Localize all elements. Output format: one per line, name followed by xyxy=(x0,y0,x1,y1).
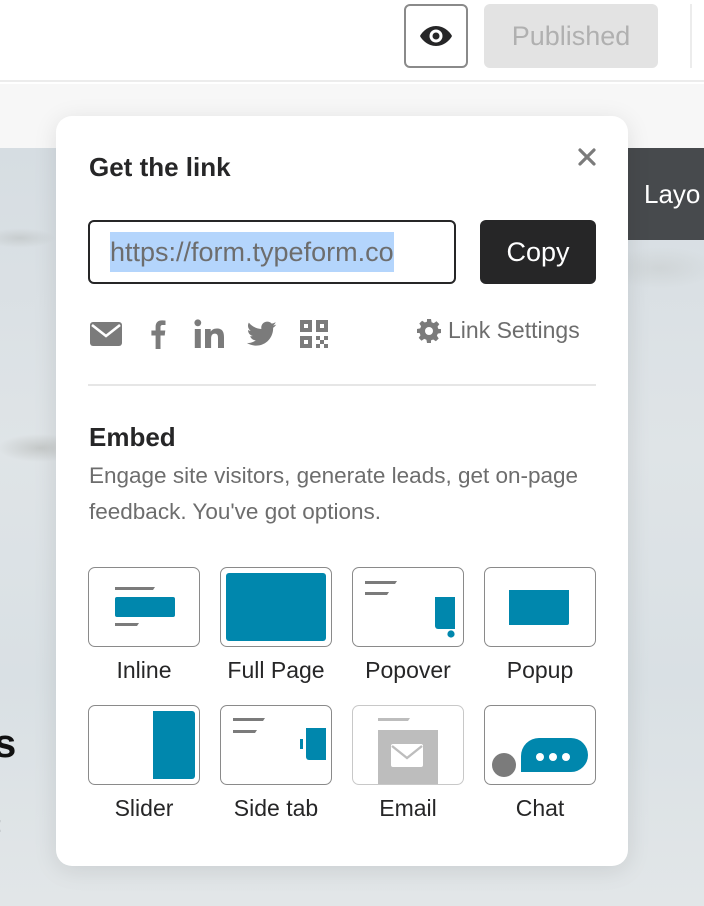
email-embed-icon xyxy=(378,718,438,784)
embed-option-full-page[interactable]: Full Page xyxy=(220,567,332,685)
email-icon xyxy=(90,322,122,346)
embed-option-side-tab-preview xyxy=(220,705,332,785)
canvas-text-fragment: : xyxy=(0,812,2,838)
share-link-value: https://form.typeform.co xyxy=(110,232,394,272)
twitter-icon xyxy=(247,321,277,346)
embed-option-slider[interactable]: Slider xyxy=(88,705,200,823)
embed-option-email-preview xyxy=(352,705,464,785)
inline-embed-icon xyxy=(115,587,175,626)
popover-embed-icon xyxy=(365,581,455,638)
linkedin-icon xyxy=(194,319,224,348)
embed-options-grid: Inline Full Page Popover Popup Slider Si… xyxy=(88,567,598,823)
embed-option-popup[interactable]: Popup xyxy=(484,567,596,685)
eye-icon xyxy=(420,26,452,46)
embed-option-label: Popup xyxy=(506,657,574,683)
full-page-embed-icon xyxy=(226,573,326,641)
close-icon xyxy=(578,148,596,166)
popup-embed-icon xyxy=(509,590,569,625)
close-button[interactable] xyxy=(574,144,600,170)
embed-option-popup-preview xyxy=(484,567,596,647)
embed-description: Engage site visitors, generate leads, ge… xyxy=(89,463,579,524)
gear-icon xyxy=(417,318,441,343)
facebook-icon xyxy=(151,320,166,349)
embed-title: Embed xyxy=(89,422,176,452)
embed-option-label: Slider xyxy=(114,795,174,821)
embed-option-label: Chat xyxy=(515,795,565,821)
share-twitter-button[interactable] xyxy=(244,316,280,352)
section-divider xyxy=(88,384,596,386)
embed-option-inline-preview xyxy=(88,567,200,647)
embed-option-chat-preview xyxy=(484,705,596,785)
embed-option-popover[interactable]: Popover xyxy=(352,567,464,685)
qr-code-icon xyxy=(300,320,328,348)
share-linkedin-button[interactable] xyxy=(192,316,228,352)
share-link-input[interactable]: https://form.typeform.co xyxy=(88,220,456,284)
side-tab-embed-icon xyxy=(233,718,326,760)
topbar-divider xyxy=(690,4,692,68)
embed-option-inline[interactable]: Inline xyxy=(88,567,200,685)
preview-button[interactable] xyxy=(404,4,468,68)
share-icons-row xyxy=(88,316,348,352)
embed-option-label: Popover xyxy=(365,657,451,683)
slider-embed-icon xyxy=(153,711,195,779)
embed-option-email[interactable]: Email xyxy=(352,705,464,823)
embed-option-label: Email xyxy=(379,795,437,821)
embed-option-side-tab[interactable]: Side tab xyxy=(220,705,332,823)
embed-option-label: Full Page xyxy=(227,657,325,683)
top-bar: Published xyxy=(0,0,704,82)
share-qr-code-button[interactable] xyxy=(296,316,332,352)
embed-option-chat[interactable]: Chat xyxy=(484,705,596,823)
share-email-button[interactable] xyxy=(88,316,124,352)
embed-option-label: Side tab xyxy=(233,795,319,821)
layout-tab[interactable]: Layo xyxy=(628,148,704,240)
embed-option-label: Inline xyxy=(116,657,172,683)
link-settings-label: Link Settings xyxy=(448,317,580,343)
embed-option-slider-preview xyxy=(88,705,200,785)
copy-button[interactable]: Copy xyxy=(480,220,596,284)
panel-title: Get the link xyxy=(89,152,231,182)
canvas-heading-fragment: s xyxy=(0,722,17,766)
share-panel: Get the link https://form.typeform.co Co… xyxy=(56,116,628,866)
chat-embed-icon xyxy=(492,738,588,777)
embed-option-popover-preview xyxy=(352,567,464,647)
share-facebook-button[interactable] xyxy=(140,316,176,352)
published-button[interactable]: Published xyxy=(484,4,658,68)
link-settings-button[interactable]: Link Settings xyxy=(416,317,580,344)
embed-option-full-page-preview xyxy=(220,567,332,647)
